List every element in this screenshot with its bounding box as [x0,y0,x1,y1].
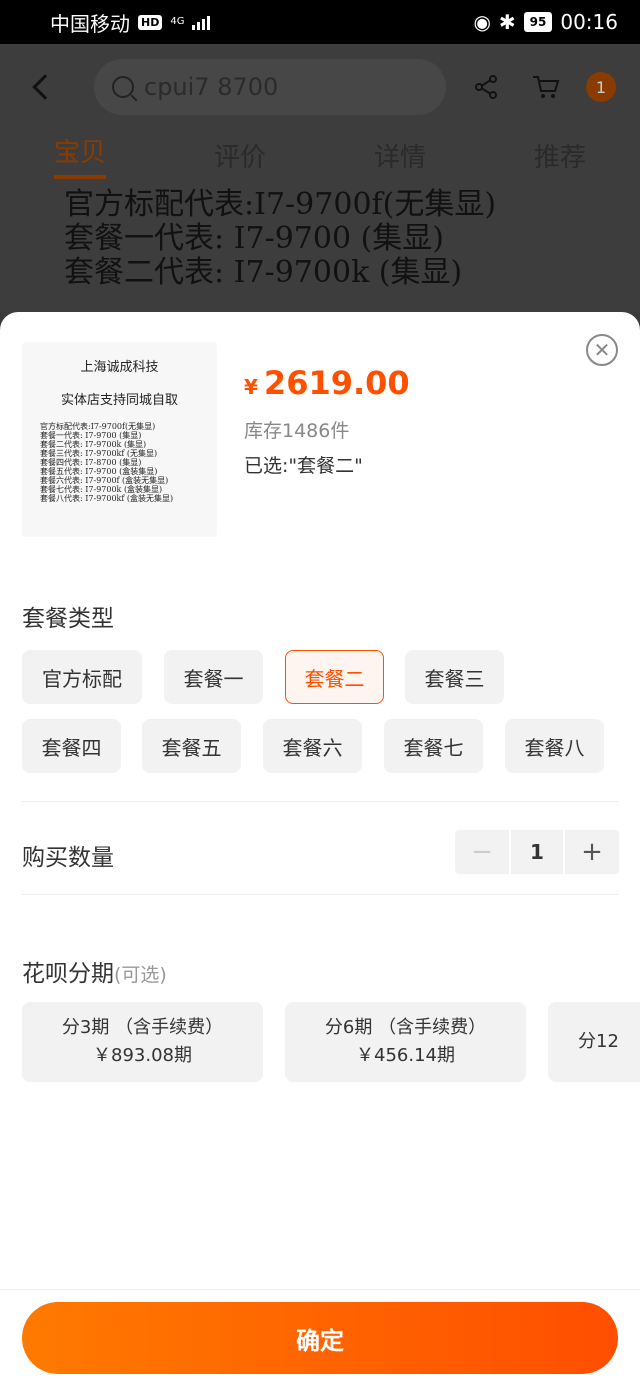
option-taocan-2[interactable]: 套餐二 [285,650,384,704]
selected-label: 已选:"套餐二" [244,455,363,477]
installment-amount: ￥893.08期 [93,1045,192,1066]
network-label: 4G [170,16,185,27]
thumb-package-list: 官方标配代表:I7-9700f(无集显) 套餐一代表: I7-9700 (集显)… [32,422,207,503]
cart-icon[interactable] [526,67,566,107]
status-bar: 中国移动 HD 4G ◉ ✱ 95 00:16 [0,0,640,44]
hd-badge: HD [138,14,163,30]
status-right: ◉ ✱ 95 00:16 [473,10,618,34]
signal-icon [192,14,211,30]
thumb-list-item: 套餐二代表: I7-9700k (集显) [40,440,147,449]
option-taocan-3[interactable]: 套餐三 [405,650,504,704]
option-taocan-8[interactable]: 套餐八 [505,719,604,773]
installment-amount: ￥456.14期 [356,1045,455,1066]
thumb-list-item: 套餐四代表: I7-8700 (集显) [40,458,142,467]
option-taocan-6[interactable]: 套餐六 [263,719,362,773]
tab-reviews[interactable]: 评价 [214,137,266,174]
installment-12-card[interactable]: 分12 [548,1002,640,1082]
option-taocan-4[interactable]: 套餐四 [22,719,121,773]
installment-title-row: 花呗分期(可选) [22,954,167,988]
decrease-button[interactable]: − [455,830,509,874]
search-text: cpui7 8700 [144,73,279,101]
product-thumbnail[interactable]: 上海诚成科技 实体店支持同城自取 官方标配代表:I7-9700f(无集显) 套餐… [22,342,217,537]
footer-divider [0,1289,640,1290]
option-taocan-5[interactable]: 套餐五 [142,719,241,773]
tab-details[interactable]: 详情 [374,137,426,174]
desc-line: 套餐一代表: I7-9700 (集显) [64,221,445,256]
battery-indicator: 95 [523,12,553,32]
installment-label: 分6期 （含手续费） [324,1017,487,1038]
background-topbar: cpui7 8700 1 [0,44,640,130]
quantity-stepper: − 1 + [455,830,619,874]
increase-button[interactable]: + [565,830,619,874]
installment-6-card[interactable]: 分6期 （含手续费） ￥456.14期 [285,1002,526,1082]
price-value: 2619.00 [263,364,410,402]
price-currency: ¥ [244,375,258,399]
time-label: 00:16 [560,10,618,34]
back-icon[interactable] [32,74,58,100]
close-icon: ✕ [593,338,611,362]
quantity-value[interactable]: 1 [511,830,563,874]
thumb-pickup-note: 实体店支持同城自取 [60,393,178,408]
search-icon [112,76,134,98]
installment-label: 分3期 （含手续费） [61,1017,224,1038]
option-guanfang[interactable]: 官方标配 [22,650,142,704]
tab-recommend[interactable]: 推荐 [534,137,586,174]
sku-selection-sheet: ✕ 上海诚成科技 实体店支持同城自取 官方标配代表:I7-9700f(无集显) … [0,312,640,1386]
package-type-title: 套餐类型 [22,606,114,632]
desc-line: 官方标配代表:I7-9700f(无集显) [64,187,497,222]
cart-count-badge[interactable]: 1 [586,72,616,102]
thumb-list-item: 官方标配代表:I7-9700f(无集显) [40,422,156,431]
search-bar[interactable]: cpui7 8700 [94,59,446,115]
desc-line: 套餐二代表: I7-9700k (集显) [64,255,463,290]
option-taocan-1[interactable]: 套餐一 [164,650,263,704]
installment-optional: (可选) [114,964,167,986]
divider [22,894,618,895]
thumb-list-item: 套餐七代表: I7-9700k (盒装集显) [40,485,163,494]
thumb-list-item: 套餐一代表: I7-9700 (集显) [40,431,142,440]
background-tabs: 宝贝 评价 详情 推荐 [0,130,640,180]
background-description: 官方标配代表:I7-9700f(无集显) 套餐一代表: I7-9700 (集显)… [0,180,640,290]
price: ¥ 2619.00 [244,364,410,402]
quantity-title: 购买数量 [22,845,114,871]
close-button[interactable]: ✕ [586,334,618,366]
bluetooth-icon: ✱ [498,10,516,34]
status-left: 中国移动 HD 4G [50,8,211,37]
share-icon[interactable] [466,67,506,107]
thumb-list-item: 套餐六代表: I7-9700f (盒装无集显) [40,476,169,485]
installment-3-card[interactable]: 分3期 （含手续费） ￥893.08期 [22,1002,263,1082]
stock-label: 库存1486件 [244,420,350,442]
option-taocan-7[interactable]: 套餐七 [384,719,483,773]
tab-baobei[interactable]: 宝贝 [53,132,106,179]
eye-icon: ◉ [473,10,491,34]
carrier-label: 中国移动 [50,11,130,36]
thumb-list-item: 套餐五代表: I7-9700 (盒装集显) [40,467,158,476]
installment-title: 花呗分期 [22,961,114,987]
thumb-list-item: 套餐八代表: I7-9700kf (盒装无集显) [40,494,174,503]
confirm-button[interactable]: 确定 [22,1302,618,1374]
thumb-list-item: 套餐三代表: I7-9700kf (无集显) [40,449,158,458]
installment-label: 分12 [578,1031,619,1052]
divider [22,801,618,802]
thumb-shop-name: 上海诚成科技 [80,360,159,375]
background-page: cpui7 8700 1 宝贝 评价 详情 推荐 官方标配代表:I7-9700f… [0,44,640,312]
